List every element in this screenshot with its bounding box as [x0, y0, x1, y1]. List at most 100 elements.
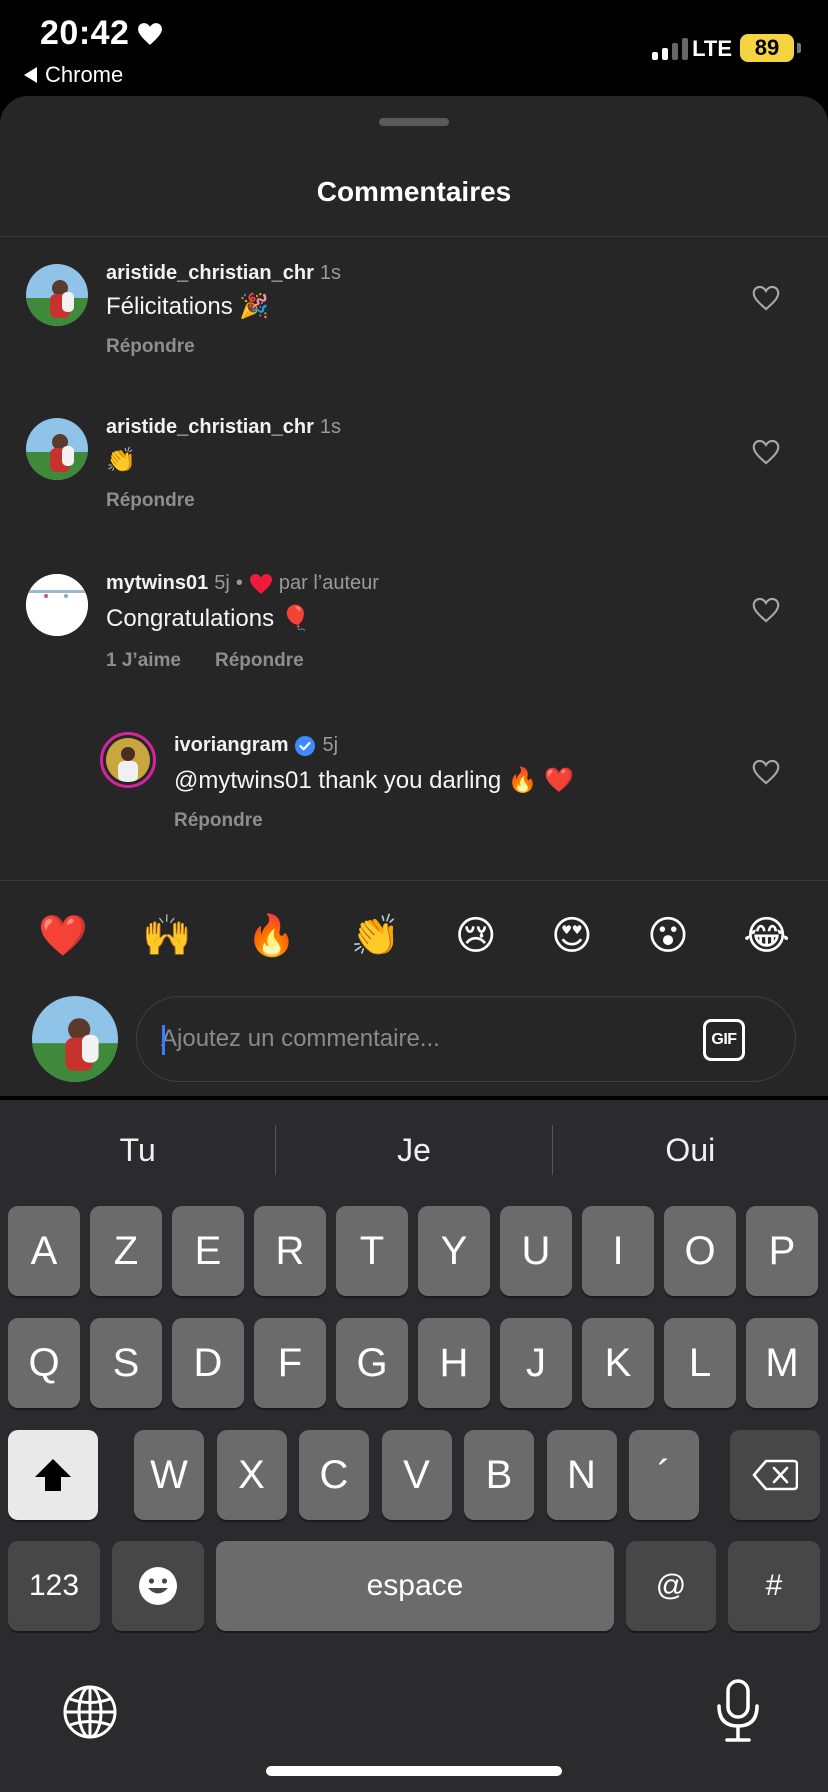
- key-row1-5[interactable]: Y: [418, 1206, 490, 1296]
- comment-input-container: GIF: [136, 996, 796, 1082]
- comment-username[interactable]: ivoriangram: [174, 734, 288, 757]
- battery-level: 89: [754, 35, 780, 60]
- gif-button[interactable]: GIF: [703, 1019, 745, 1061]
- hash-key-label: #: [765, 1569, 783, 1602]
- emoji-face-icon: [139, 1567, 177, 1605]
- key-label: K: [604, 1340, 632, 1385]
- key-label: F: [277, 1340, 303, 1385]
- key-label: L: [688, 1340, 712, 1385]
- key-row2-9[interactable]: M: [746, 1318, 818, 1408]
- key-row2-8[interactable]: L: [664, 1318, 736, 1408]
- predictive-bar: Tu Je Oui: [0, 1100, 828, 1200]
- avatar[interactable]: [26, 418, 88, 480]
- reply-button[interactable]: Répondre: [215, 650, 304, 672]
- like-heart-icon[interactable]: [752, 284, 780, 312]
- sheet-grabber[interactable]: [379, 118, 449, 126]
- reaction-heart[interactable]: ❤️: [38, 906, 88, 966]
- emoji-key[interactable]: [112, 1541, 204, 1631]
- key-row3-0[interactable]: W: [134, 1430, 204, 1520]
- quick-reactions-bar: ❤️ 🙌 🔥 👏 😢 😍 😮 😂: [0, 906, 828, 966]
- likes-count-button[interactable]: 1 J’aime: [106, 650, 181, 672]
- comment-username[interactable]: mytwins01: [106, 572, 208, 595]
- numbers-key-label: 123: [28, 1569, 80, 1602]
- key-row2-6[interactable]: J: [500, 1318, 572, 1408]
- key-row2-4[interactable]: G: [336, 1318, 408, 1408]
- liked-by-author-heart-icon: [249, 573, 272, 594]
- key-row2-2[interactable]: D: [172, 1318, 244, 1408]
- key-label: C: [319, 1452, 349, 1497]
- comment-username[interactable]: aristide_christian_chr: [106, 416, 314, 439]
- hash-key[interactable]: #: [728, 1541, 820, 1631]
- key-label: D: [193, 1340, 223, 1385]
- key-row2-5[interactable]: H: [418, 1318, 490, 1408]
- key-row3-6[interactable]: ´: [629, 1430, 699, 1520]
- key-label: N: [567, 1452, 596, 1497]
- space-key[interactable]: espace: [216, 1541, 614, 1631]
- key-row2-3[interactable]: F: [254, 1318, 326, 1408]
- key-row1-7[interactable]: I: [582, 1206, 654, 1296]
- key-row1-3[interactable]: R: [254, 1206, 326, 1296]
- back-to-app-link[interactable]: Chrome: [24, 62, 123, 88]
- reaction-surprised[interactable]: 😮: [647, 906, 689, 966]
- battery-nub: [797, 43, 801, 53]
- like-heart-icon[interactable]: [752, 596, 780, 624]
- key-label: S: [112, 1340, 140, 1385]
- reply-button[interactable]: Répondre: [106, 490, 195, 512]
- time-text: 20:42: [40, 14, 130, 52]
- status-bar: 20:42 Chrome LTE 89: [0, 0, 828, 96]
- backspace-key[interactable]: [730, 1430, 820, 1520]
- at-key[interactable]: @: [626, 1541, 716, 1631]
- suggestion-1[interactable]: Tu: [0, 1132, 275, 1169]
- like-heart-icon[interactable]: [752, 438, 780, 466]
- comment-header: aristide_christian_chr 1s: [106, 416, 341, 439]
- key-row3-5[interactable]: N: [546, 1430, 617, 1520]
- home-indicator[interactable]: [266, 1766, 562, 1776]
- shift-key[interactable]: [8, 1430, 98, 1520]
- key-label: G: [356, 1340, 388, 1385]
- suggestion-2[interactable]: Je: [276, 1132, 551, 1169]
- key-row1-0[interactable]: A: [8, 1206, 80, 1296]
- back-triangle-icon: [24, 67, 37, 83]
- comment-header: mytwins01 5j • par l’auteur: [106, 572, 379, 595]
- reaction-laughing[interactable]: 😂: [743, 906, 790, 966]
- key-row3-2[interactable]: C: [299, 1430, 369, 1520]
- key-row1-1[interactable]: Z: [90, 1206, 162, 1296]
- key-row1-6[interactable]: U: [500, 1206, 572, 1296]
- key-label: I: [612, 1228, 624, 1273]
- microphone-icon[interactable]: [712, 1678, 764, 1744]
- key-row1-9[interactable]: P: [746, 1206, 818, 1296]
- avatar-with-story-ring[interactable]: [100, 732, 156, 788]
- key-row3-1[interactable]: X: [216, 1430, 287, 1520]
- comment-username[interactable]: aristide_christian_chr: [106, 262, 314, 285]
- avatar[interactable]: [26, 264, 88, 326]
- key-label: R: [275, 1228, 305, 1273]
- reply-button[interactable]: Répondre: [106, 336, 195, 358]
- battery-icon: 89: [740, 34, 794, 62]
- key-row2-0[interactable]: Q: [8, 1318, 80, 1408]
- reaction-clap[interactable]: 👏: [351, 906, 401, 966]
- reaction-raising-hands[interactable]: 🙌: [142, 906, 192, 966]
- text-caret: [162, 1025, 165, 1055]
- reaction-crying[interactable]: 😢: [455, 906, 497, 966]
- avatar[interactable]: [26, 574, 88, 636]
- numbers-key[interactable]: 123: [8, 1541, 100, 1631]
- key-row3-3[interactable]: V: [381, 1430, 452, 1520]
- comment-input[interactable]: [161, 997, 661, 1081]
- key-row1-2[interactable]: E: [172, 1206, 244, 1296]
- reaction-heart-eyes[interactable]: 😍: [551, 906, 593, 966]
- key-row2-1[interactable]: S: [90, 1318, 162, 1408]
- key-row2-7[interactable]: K: [582, 1318, 654, 1408]
- key-row1-4[interactable]: T: [336, 1206, 408, 1296]
- key-label: Q: [28, 1340, 60, 1385]
- key-row3-4[interactable]: B: [464, 1430, 534, 1520]
- like-heart-icon[interactable]: [752, 758, 780, 786]
- key-label: T: [359, 1228, 385, 1273]
- reaction-fire[interactable]: 🔥: [246, 906, 296, 966]
- reply-button[interactable]: Répondre: [174, 810, 263, 832]
- at-key-label: @: [655, 1569, 687, 1602]
- suggestion-3[interactable]: Oui: [553, 1132, 828, 1169]
- verified-badge-icon: [295, 735, 316, 756]
- gif-label: GIF: [711, 1031, 737, 1048]
- globe-icon[interactable]: [62, 1684, 118, 1740]
- key-row1-8[interactable]: O: [664, 1206, 736, 1296]
